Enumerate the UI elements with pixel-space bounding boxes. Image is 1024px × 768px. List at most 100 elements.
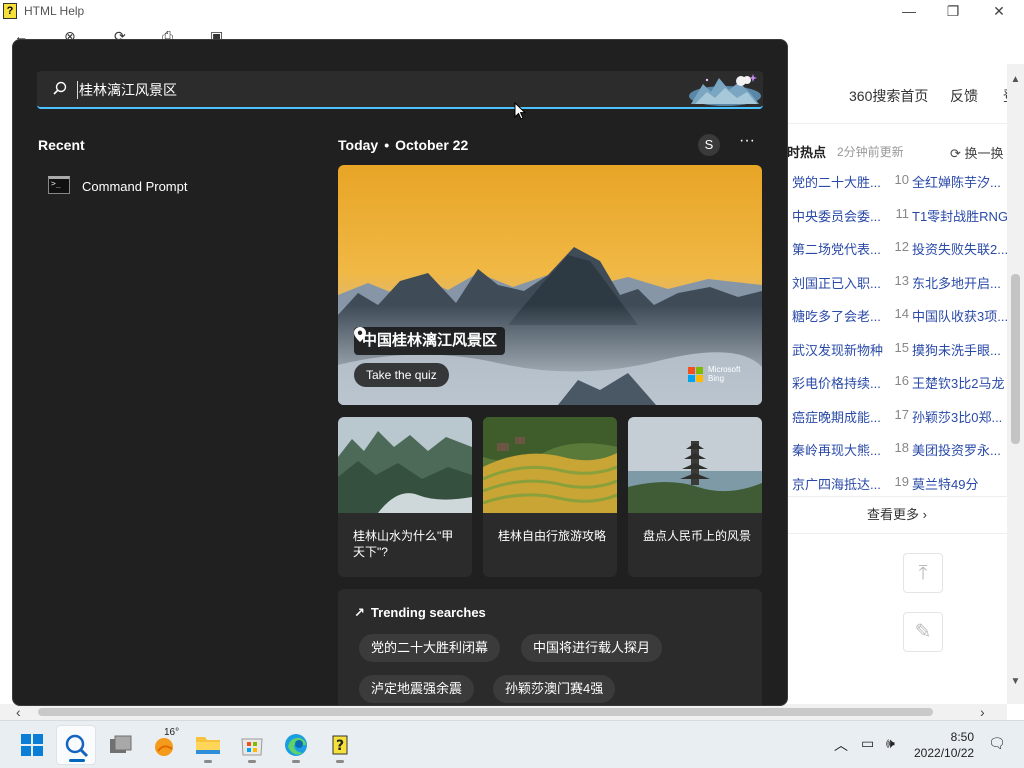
task-view-button[interactable] <box>100 725 140 765</box>
running-indicator <box>292 760 300 763</box>
store-icon <box>241 738 263 756</box>
search-taskbar-button[interactable] <box>56 725 96 765</box>
hot-search-link[interactable]: 京广四海抵达... <box>792 474 884 493</box>
hot-search-row: 秦岭再现大熊... 18 美团投资罗永... <box>787 440 1007 460</box>
search-input[interactable] <box>77 81 637 99</box>
hot-search-link[interactable]: 秦岭再现大熊... <box>792 440 884 459</box>
chevron-up-icon[interactable]: ︿ <box>834 735 852 753</box>
hot-search-link[interactable]: 刘国正已入职... <box>792 273 884 292</box>
feedback-link[interactable]: 反馈 <box>950 86 978 106</box>
hot-search-rank: 16 <box>894 373 909 388</box>
trending-chip[interactable]: 泸定地震强余震 <box>359 675 475 703</box>
help-app-icon: ? <box>3 3 17 19</box>
home-link[interactable]: 360搜索首页 <box>849 86 928 106</box>
trending-chip[interactable]: 中国将进行载人探月 <box>521 634 663 662</box>
horizontal-scroll-thumb[interactable] <box>38 708 933 716</box>
recent-item-command-prompt[interactable]: Command Prompt <box>38 170 308 204</box>
weather-temperature: 16° <box>164 727 180 738</box>
running-indicator <box>336 760 344 763</box>
restore-button[interactable]: ❐ <box>930 0 976 24</box>
hot-search-row: 武汉发现新物种 15 摸狗未洗手眼... <box>787 340 1007 360</box>
mouse-cursor-icon <box>514 102 526 120</box>
running-indicator <box>204 760 212 763</box>
vertical-scrollbar[interactable]: ▲ ▼ <box>1007 64 1024 704</box>
hot-title: 时热点 <box>787 145 827 160</box>
horizontal-scrollbar[interactable]: ‹ › <box>0 704 1007 720</box>
system-clock[interactable]: 8:50 2022/10/22 <box>914 729 974 761</box>
take-quiz-button[interactable]: Take the quiz <box>354 363 449 387</box>
article-card-rmb-scenery[interactable]: 盘点人民币上的风景 <box>628 417 762 577</box>
recent-heading: Recent <box>38 137 85 153</box>
clock-time: 8:50 <box>950 730 974 744</box>
hot-search-row: 刘国正已入职... 13 东北多地开启... <box>787 273 1007 293</box>
card-image-pagoda <box>628 417 762 513</box>
hot-search-link[interactable]: 摸狗未洗手眼... <box>912 340 1007 359</box>
trending-chip[interactable]: 党的二十大胜利闭幕 <box>359 634 501 662</box>
hero-card[interactable]: 中国桂林漓江风景区 Take the quiz Microsoft Bing <box>338 165 762 405</box>
hot-search-link[interactable]: 武汉发现新物种 <box>792 340 884 359</box>
web-header: 360搜索首页 反馈 登 <box>787 64 1017 124</box>
date-label: October 22 <box>395 137 469 153</box>
hot-search-link[interactable]: 第二场党代表... <box>792 239 884 258</box>
folder-icon <box>196 737 220 754</box>
hot-search-link[interactable]: 莫兰特49分 <box>912 474 1007 493</box>
svg-text:?: ? <box>336 738 344 754</box>
user-avatar[interactable]: S <box>698 134 720 156</box>
hot-search-link[interactable]: 王楚钦3比2马龙 <box>912 373 1007 392</box>
hot-search-link[interactable]: 中央委员会委... <box>792 206 884 225</box>
microsoft-bing-logo: Microsoft Bing <box>688 365 752 385</box>
article-card-guilin-scenery[interactable]: 桂林山水为什么"甲天下"? <box>338 417 472 577</box>
hot-subtitle: 2分钟前更新 <box>837 145 904 159</box>
hot-search-link[interactable]: 东北多地开启... <box>912 273 1007 292</box>
hot-search-header: 时热点 2分钟前更新 ⟳ 换一换 <box>787 142 1007 162</box>
card-image-mountains <box>338 417 472 513</box>
hot-search-link[interactable]: 全红婵陈芋汐... <box>912 172 1007 191</box>
hot-search-link[interactable]: 美团投资罗永... <box>912 440 1007 459</box>
article-card-guilin-travel[interactable]: 桂林自由行旅游攻略 <box>483 417 617 577</box>
hot-search-row: 第二场党代表... 12 投资失败失联2... <box>787 239 1007 259</box>
start-button[interactable] <box>12 725 52 765</box>
hot-search-rank: 14 <box>894 306 909 321</box>
recent-item-label: Command Prompt <box>82 179 188 194</box>
hot-search-link[interactable]: 中国队收获3项... <box>912 306 1007 325</box>
search-box[interactable] <box>37 71 763 109</box>
file-explorer-button[interactable] <box>188 725 228 765</box>
card-image-rice-terraces <box>483 417 617 513</box>
scroll-up-icon[interactable]: ▲ <box>1009 74 1022 85</box>
hot-search-link[interactable]: 投资失败失联2... <box>912 239 1007 258</box>
edge-browser-button[interactable] <box>276 725 316 765</box>
hero-location-title[interactable]: 中国桂林漓江风景区 <box>354 327 506 355</box>
trending-chip[interactable]: 孙颖莎澳门赛4强 <box>493 675 616 703</box>
see-more-link[interactable]: 查看更多 › <box>787 496 1007 534</box>
hot-search-rank: 18 <box>894 440 909 455</box>
hot-search-link[interactable]: 糖吃多了会老... <box>792 306 884 325</box>
html-help-taskbar-button[interactable]: ? <box>320 725 360 765</box>
microsoft-store-button[interactable] <box>232 725 272 765</box>
hot-search-link[interactable]: 孙颖莎3比0郑... <box>912 407 1007 426</box>
scroll-left-icon[interactable]: ‹ <box>16 704 21 720</box>
minimize-button[interactable]: — <box>886 0 932 24</box>
task-view-icon <box>110 735 132 753</box>
more-options-icon[interactable]: ··· <box>735 132 759 154</box>
taskbar: ? ︿ ▭ 🕪 8:50 2022/10/22 🗨 <box>0 720 1024 768</box>
running-indicator <box>248 760 256 763</box>
volume-icon[interactable]: 🕪 <box>886 735 904 753</box>
hot-search-link[interactable]: T1零封战胜RNG <box>912 206 1007 225</box>
edit-button[interactable]: ✎ <box>903 612 943 652</box>
close-button[interactable]: ✕ <box>976 0 1022 24</box>
network-icon[interactable]: ▭ <box>861 735 879 753</box>
hot-search-row: 癌症晚期成能... 17 孙颖莎3比0郑... <box>787 407 1007 427</box>
hot-search-link[interactable]: 癌症晚期成能... <box>792 407 884 426</box>
scroll-down-icon[interactable]: ▼ <box>1009 676 1022 687</box>
scroll-right-icon[interactable]: › <box>980 704 985 720</box>
hot-search-link[interactable]: 彩电价格持续... <box>792 373 884 392</box>
notification-icon[interactable]: 🗨 <box>988 735 1006 753</box>
edge-icon <box>285 734 307 756</box>
hot-search-link[interactable]: 党的二十大胜... <box>792 172 884 191</box>
back-to-top-button[interactable]: ⤒ <box>903 553 943 593</box>
vertical-scroll-thumb[interactable] <box>1011 274 1020 444</box>
card-title: 桂林山水为什么"甲天下"? <box>353 529 454 559</box>
windows-logo-icon <box>21 734 43 756</box>
today-heading: Today • October 22 <box>338 137 469 153</box>
refresh-link[interactable]: ⟳ 换一换 <box>950 143 1004 162</box>
